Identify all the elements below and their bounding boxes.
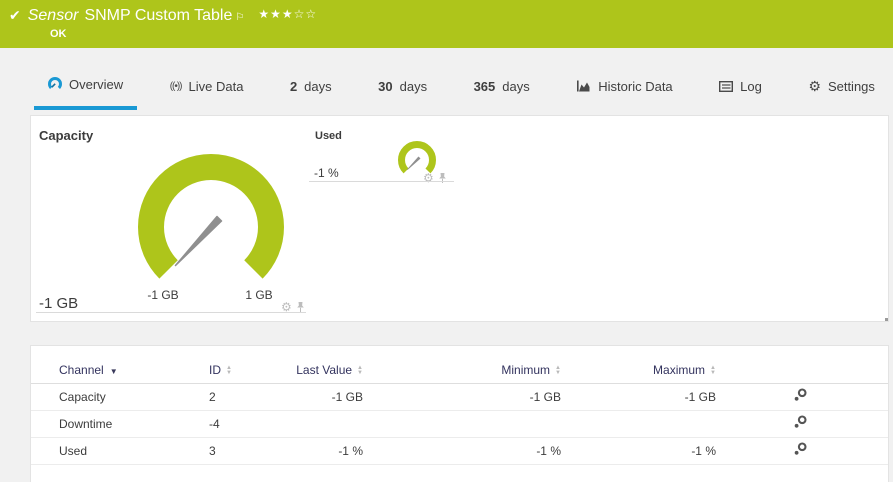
cell-id: 3 (209, 437, 271, 465)
tab-historic-data[interactable]: Historic Data (562, 70, 686, 110)
tab-label: days (399, 78, 428, 94)
flag-icon[interactable]: ⚐ (235, 12, 244, 23)
capacity-gauge (138, 154, 284, 279)
gauge-min-label: -1 GB (147, 288, 179, 302)
channel-table: Channel ▼ ID ▲ ▼ Last Value ▲ ▼ Minimum ▲ ▼ Max… (31, 358, 888, 465)
tab-overview[interactable]: Overview (34, 70, 138, 110)
edit-channel-gears-icon[interactable] (792, 387, 808, 403)
gauge-title-used: Used (315, 130, 342, 142)
gauge-value-used: -1 % (314, 166, 339, 180)
sort-both-icon: ▲ ▼ (555, 365, 561, 377)
area-chart-icon (577, 80, 590, 92)
tab-live-data[interactable]: ((•)) Live Data (156, 70, 258, 110)
page-title: SNMP Custom Table (84, 7, 233, 24)
gauge-baseline (36, 312, 306, 313)
channel-table-panel: Channel ▼ ID ▲ ▼ Last Value ▲ ▼ Minimum ▲ ▼ Max… (30, 345, 889, 482)
status-badge: OK (50, 28, 67, 40)
sort-both-icon: ▲ ▼ (226, 365, 232, 377)
gauge-title-capacity: Capacity (39, 128, 94, 143)
gauge-max-label: 1 GB (245, 288, 273, 302)
gauges-panel: Capacity -1 GB 1 GB -1 GB ⚙ Used -1 % ⚙ (30, 115, 889, 322)
priority-star-rating[interactable]: ★★★☆☆ (258, 7, 317, 21)
gear-icon: ⚙ (808, 77, 821, 94)
cell-maximum: -1 % (561, 437, 716, 465)
panel-resize-handle[interactable] (885, 318, 888, 321)
tab-bar: Overview ((•)) Live Data 2 days 30 days … (0, 48, 893, 110)
gauge-needle (174, 215, 223, 267)
edit-channel-gears-icon[interactable] (792, 414, 808, 430)
cell-id: 2 (209, 383, 271, 411)
gauge-actions-used: ⚙ (423, 172, 447, 184)
sensor-title-row: ✔ Sensor SNMP Custom Table ⚐ ★★★☆☆ (9, 7, 883, 25)
cell-id: -4 (209, 410, 271, 438)
tab-label: Historic Data (598, 78, 673, 94)
pushpin-icon[interactable] (438, 172, 447, 184)
edit-channel-gears-icon[interactable] (792, 441, 808, 457)
cell-minimum (363, 410, 561, 438)
gauge-baseline (309, 181, 454, 182)
column-header-minimum[interactable]: Minimum ▲ ▼ (363, 358, 561, 384)
tab-label: days (502, 78, 530, 94)
column-header-channel[interactable]: Channel ▼ (31, 358, 209, 384)
column-header-last-value[interactable]: Last Value ▲ ▼ (271, 358, 363, 384)
prtg-sensor-page: { "colors": { "status_ok_green": "#aec51… (0, 0, 893, 482)
cell-last-value: -1 GB (271, 383, 363, 411)
sort-both-icon: ▲ ▼ (710, 365, 716, 377)
cell-maximum (561, 410, 716, 438)
tab-log[interactable]: Log (705, 70, 776, 110)
stars-filled: ★★★ (258, 7, 294, 21)
check-icon: ✔ (9, 7, 21, 23)
tab-label: Log (740, 78, 762, 94)
cell-minimum: -1 GB (363, 383, 561, 411)
sort-both-icon: ▲ ▼ (357, 365, 363, 377)
gauge-icon (48, 77, 62, 89)
column-header-maximum[interactable]: Maximum ▲ ▼ (561, 358, 716, 384)
tab-label: Live Data (188, 78, 244, 94)
tab-number: 30 (378, 78, 393, 94)
gauge-needle (407, 156, 421, 170)
column-header-id[interactable]: ID ▲ ▼ (209, 358, 271, 384)
sensor-type-label: Sensor (27, 7, 79, 24)
stars-empty: ☆☆ (293, 7, 318, 21)
gear-icon[interactable]: ⚙ (423, 172, 434, 184)
broadcast-icon: ((•)) (169, 80, 183, 92)
table-row-downtime: Downtime -4 (31, 410, 888, 438)
tab-30-days[interactable]: 30 days (364, 70, 441, 110)
tab-label: days (304, 78, 332, 94)
sensor-status-header: ✔ Sensor SNMP Custom Table ⚐ ★★★☆☆ OK (0, 0, 893, 48)
cell-channel: Capacity (31, 383, 209, 411)
cell-last-value (271, 410, 363, 438)
tab-2-days[interactable]: 2 days (276, 70, 346, 110)
tab-settings[interactable]: ⚙ Settings (794, 70, 889, 110)
table-row-capacity: Capacity 2 -1 GB -1 GB -1 GB (31, 383, 888, 411)
tab-365-days[interactable]: 365 days (460, 70, 544, 110)
sort-desc-icon: ▼ (109, 366, 118, 376)
cell-minimum: -1 % (363, 437, 561, 465)
column-header-actions (716, 358, 888, 384)
cell-last-value: -1 % (271, 437, 363, 465)
gauge-value-capacity: -1 GB (39, 295, 79, 312)
tab-number: 2 (289, 78, 298, 94)
tab-label: Settings (827, 78, 875, 94)
cell-channel: Used (31, 437, 209, 465)
log-list-icon (719, 80, 734, 92)
tab-label: Overview (69, 76, 124, 92)
cell-maximum: -1 GB (561, 383, 716, 411)
tab-number: 365 (473, 78, 496, 94)
table-header-row: Channel ▼ ID ▲ ▼ Last Value ▲ ▼ Minimum ▲ ▼ Max… (31, 358, 888, 384)
cell-channel: Downtime (31, 410, 209, 438)
table-row-used: Used 3 -1 % -1 % -1 % (31, 437, 888, 465)
